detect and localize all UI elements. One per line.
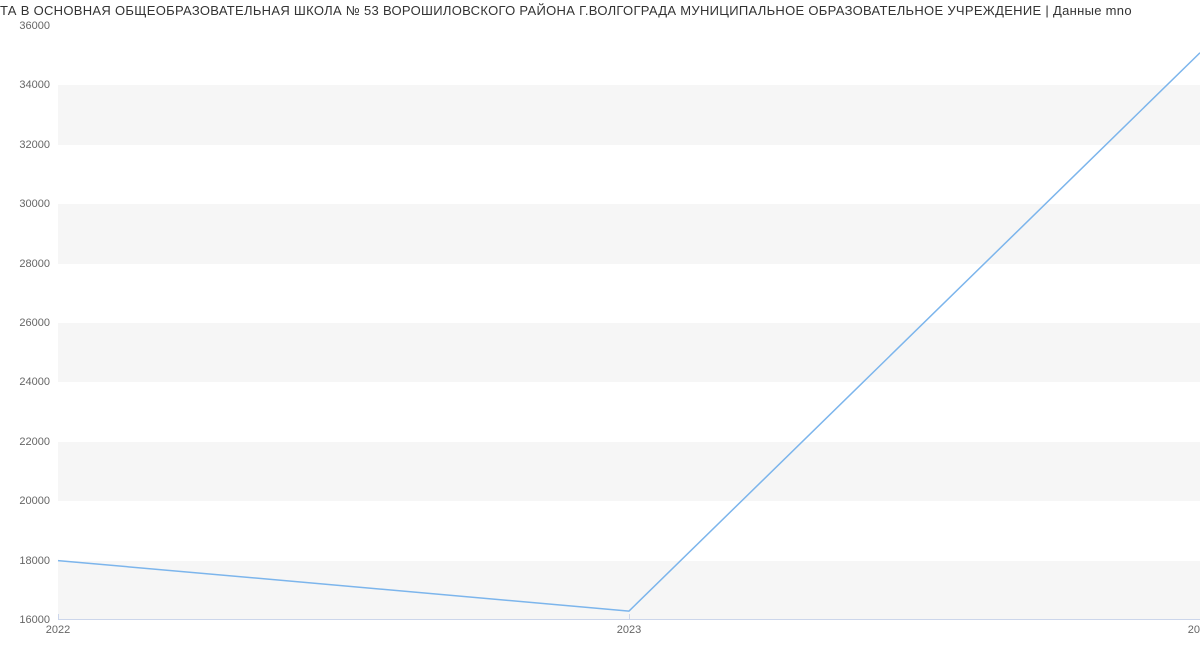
x-tick-label: 2024 <box>1188 624 1200 636</box>
plot-area: 1600018000200002200024000260002800030000… <box>58 26 1200 620</box>
y-tick-label: 34000 <box>19 79 58 91</box>
y-tick-label: 30000 <box>19 198 58 210</box>
y-tick-label: 24000 <box>19 376 58 388</box>
line-series <box>58 53 1200 611</box>
y-tick-label: 18000 <box>19 555 58 567</box>
x-tick-label: 2022 <box>46 624 70 636</box>
y-tick-label: 32000 <box>19 139 58 151</box>
y-tick-label: 28000 <box>19 258 58 270</box>
y-tick-label: 26000 <box>19 317 58 329</box>
x-tick-label: 2023 <box>617 624 641 636</box>
chart-title: ТА В ОСНОВНАЯ ОБЩЕОБРАЗОВАТЕЛЬНАЯ ШКОЛА … <box>0 0 1200 18</box>
y-tick-label: 22000 <box>19 436 58 448</box>
x-tick <box>58 614 59 620</box>
y-tick-label: 20000 <box>19 495 58 507</box>
x-axis-labels: 202220232024 <box>58 624 1200 644</box>
y-tick-label: 36000 <box>19 20 58 32</box>
x-tick <box>629 614 630 620</box>
